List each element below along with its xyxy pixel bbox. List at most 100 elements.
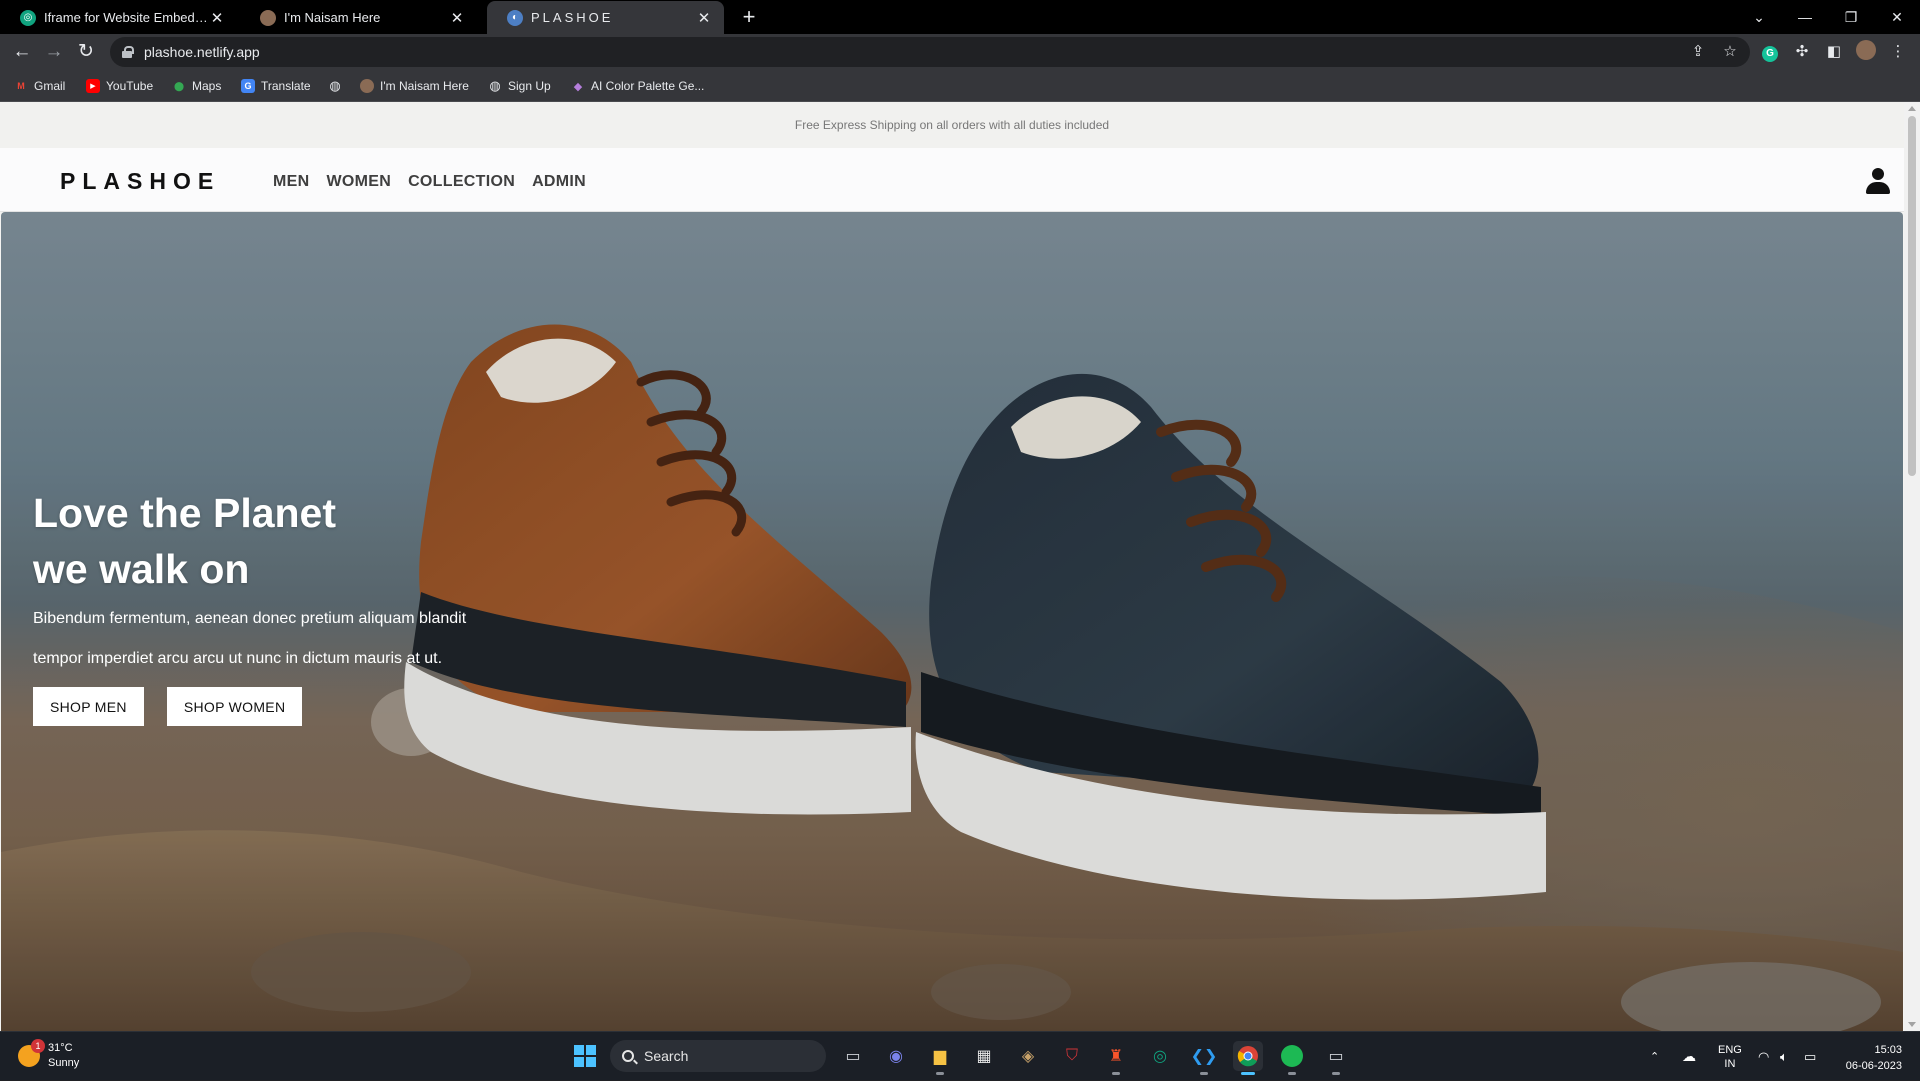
- tab-naisam[interactable]: I'm Naisam Here ✕: [240, 1, 477, 34]
- wifi-icon[interactable]: ◠: [1758, 1032, 1769, 1081]
- browser-toolbar: ← → ↻ plashoe.netlify.app ⇪ ☆ G ✣ ◧ ⋮: [0, 34, 1920, 70]
- mcafee-icon[interactable]: ⛉: [1057, 1041, 1087, 1071]
- minimize-icon[interactable]: —: [1782, 0, 1828, 34]
- hero-title: Love the Planet we walk on: [33, 485, 553, 597]
- gmail-icon: M: [17, 81, 25, 91]
- page-scrollbar[interactable]: [1904, 102, 1920, 1031]
- close-tab-icon[interactable]: ✕: [696, 9, 712, 27]
- tab-title: Iframe for Website Embedding.: [44, 10, 209, 25]
- bookmark-globe[interactable]: ◍: [328, 76, 348, 96]
- hero-title-line2: we walk on: [33, 546, 250, 592]
- tab-title: I'm Naisam Here: [284, 10, 381, 25]
- chatgpt-app-icon[interactable]: ◎: [1145, 1041, 1175, 1071]
- app-diamond-icon[interactable]: ◈: [1013, 1041, 1043, 1071]
- new-tab-button[interactable]: +: [736, 4, 762, 30]
- droplet-icon: ◆: [573, 80, 583, 93]
- back-icon[interactable]: ←: [8, 38, 36, 66]
- spotify-icon[interactable]: [1277, 1041, 1307, 1075]
- profile-favicon-icon: [260, 9, 276, 26]
- shop-men-button[interactable]: SHOP MEN: [33, 687, 144, 726]
- globe-icon: ◍: [329, 78, 341, 93]
- close-tab-icon[interactable]: ✕: [209, 9, 225, 27]
- nav-women[interactable]: WOMEN: [326, 173, 391, 191]
- maps-icon: ⬤: [173, 80, 185, 91]
- bookmark-gmail[interactable]: M Gmail: [14, 76, 65, 96]
- shop-women-button[interactable]: SHOP WOMEN: [166, 687, 303, 726]
- tab-strip: ◎ Iframe for Website Embedding. ✕ I'm Na…: [0, 0, 1920, 34]
- volume-icon[interactable]: 🔈︎: [1780, 1032, 1788, 1081]
- hero-title-line1: Love the Planet: [33, 490, 337, 536]
- nav-men[interactable]: MEN: [273, 173, 309, 191]
- profile-avatar-icon[interactable]: [1854, 40, 1878, 64]
- weather-condition: Sunny: [48, 1057, 80, 1069]
- chatgpt-favicon-icon: ◎: [20, 9, 36, 26]
- search-icon: [622, 1050, 634, 1062]
- hero-text-line2: tempor imperdiet arcu arcu ut nunc in di…: [33, 650, 443, 667]
- nav-admin[interactable]: ADMIN: [532, 173, 586, 191]
- bookmark-label: Maps: [192, 79, 222, 93]
- menu-kebab-icon[interactable]: ⋮: [1886, 40, 1910, 64]
- tab-search-icon[interactable]: ⌄: [1736, 0, 1782, 34]
- hero-actions: SHOP MEN SHOP WOMEN: [33, 687, 553, 726]
- scrollbar-thumb[interactable]: [1908, 116, 1916, 476]
- tab-title: PLASHOE: [531, 10, 614, 25]
- announcement-bar: Free Express Shipping on all orders with…: [0, 102, 1904, 148]
- bookmark-maps[interactable]: ⬤ Maps: [172, 76, 221, 96]
- bookmark-label: AI Color Palette Ge...: [591, 79, 705, 93]
- clock-date: 06-06-2023: [1845, 1060, 1902, 1072]
- language-code: ENG: [1718, 1043, 1742, 1056]
- hero-content: Love the Planet we walk on Bibendum ferm…: [33, 485, 553, 726]
- bookmark-label: I'm Naisam Here: [380, 79, 469, 93]
- restore-icon[interactable]: ❐: [1828, 0, 1874, 34]
- extensions-puzzle-icon[interactable]: ✣: [1790, 40, 1814, 64]
- scroll-up-arrow-icon[interactable]: [1908, 106, 1916, 111]
- file-explorer-icon[interactable]: ▆: [925, 1041, 955, 1075]
- tab-iframe-embedding[interactable]: ◎ Iframe for Website Embedding. ✕: [0, 1, 237, 34]
- task-view-icon[interactable]: ▭: [838, 1041, 868, 1071]
- reload-icon[interactable]: ↻: [72, 38, 100, 66]
- site-logo[interactable]: PLASHOE: [60, 168, 220, 195]
- teams-chat-icon[interactable]: ◉: [881, 1041, 911, 1071]
- nav-collection[interactable]: COLLECTION: [408, 173, 515, 191]
- bookmark-youtube[interactable]: ▶ YouTube: [86, 76, 153, 96]
- bookmark-translate[interactable]: G Translate: [241, 76, 311, 96]
- chrome-icon[interactable]: [1233, 1041, 1263, 1075]
- search-label: Search: [644, 1048, 689, 1064]
- hero-description: Bibendum fermentum, aenean donec pretium…: [33, 599, 553, 679]
- bookmark-ai-color-palette[interactable]: ◆ AI Color Palette Ge...: [571, 76, 705, 96]
- system-clock[interactable]: 15:03 06-06-2023: [1846, 1042, 1902, 1074]
- region-code: IN: [1724, 1057, 1736, 1070]
- terminal-icon[interactable]: ▭: [1321, 1041, 1351, 1075]
- tab-plashoe[interactable]: ◐ PLASHOE ✕: [487, 1, 724, 34]
- vscode-icon[interactable]: ❮❯: [1189, 1041, 1219, 1075]
- taskbar-search[interactable]: Search: [610, 1040, 826, 1072]
- bookmark-naisam[interactable]: I'm Naisam Here: [360, 76, 469, 96]
- language-indicator[interactable]: ENG IN: [1718, 1032, 1742, 1081]
- close-tab-icon[interactable]: ✕: [449, 9, 465, 27]
- share-icon[interactable]: ⇪: [1686, 40, 1710, 64]
- side-panel-icon[interactable]: ◧: [1822, 40, 1846, 64]
- start-windows-icon[interactable]: [570, 1041, 600, 1071]
- main-nav: MEN WOMEN COLLECTION ADMIN: [273, 173, 586, 191]
- bookmark-label: Translate: [261, 79, 311, 93]
- user-account-icon[interactable]: [1865, 168, 1891, 194]
- battery-icon[interactable]: ▭: [1804, 1032, 1816, 1081]
- show-hidden-icons-chevron-icon[interactable]: ⌃: [1650, 1032, 1659, 1081]
- url-text[interactable]: plashoe.netlify.app: [144, 44, 260, 60]
- microsoft-store-icon[interactable]: ▦: [969, 1041, 999, 1071]
- site-header: PLASHOE MEN WOMEN COLLECTION ADMIN: [0, 148, 1904, 212]
- weather-widget[interactable]: 1 31°C Sunny: [18, 1039, 80, 1071]
- lock-icon[interactable]: [122, 46, 134, 58]
- scroll-down-arrow-icon[interactable]: [1908, 1022, 1916, 1027]
- bookmark-sign-up[interactable]: ◍ Sign Up: [488, 76, 550, 96]
- address-bar[interactable]: plashoe.netlify.app: [110, 37, 1750, 67]
- plashoe-favicon-icon: ◐: [507, 9, 523, 26]
- forward-icon[interactable]: →: [40, 38, 68, 66]
- close-window-icon[interactable]: ✕: [1874, 0, 1920, 34]
- bookmark-star-icon[interactable]: ☆: [1718, 40, 1742, 64]
- clock-time: 15:03: [1874, 1044, 1902, 1056]
- onedrive-cloud-icon[interactable]: ☁: [1682, 1032, 1696, 1081]
- grammarly-extension-icon[interactable]: G: [1758, 40, 1782, 64]
- youtube-icon: ▶: [86, 79, 100, 93]
- brave-browser-icon[interactable]: ♜: [1101, 1041, 1131, 1075]
